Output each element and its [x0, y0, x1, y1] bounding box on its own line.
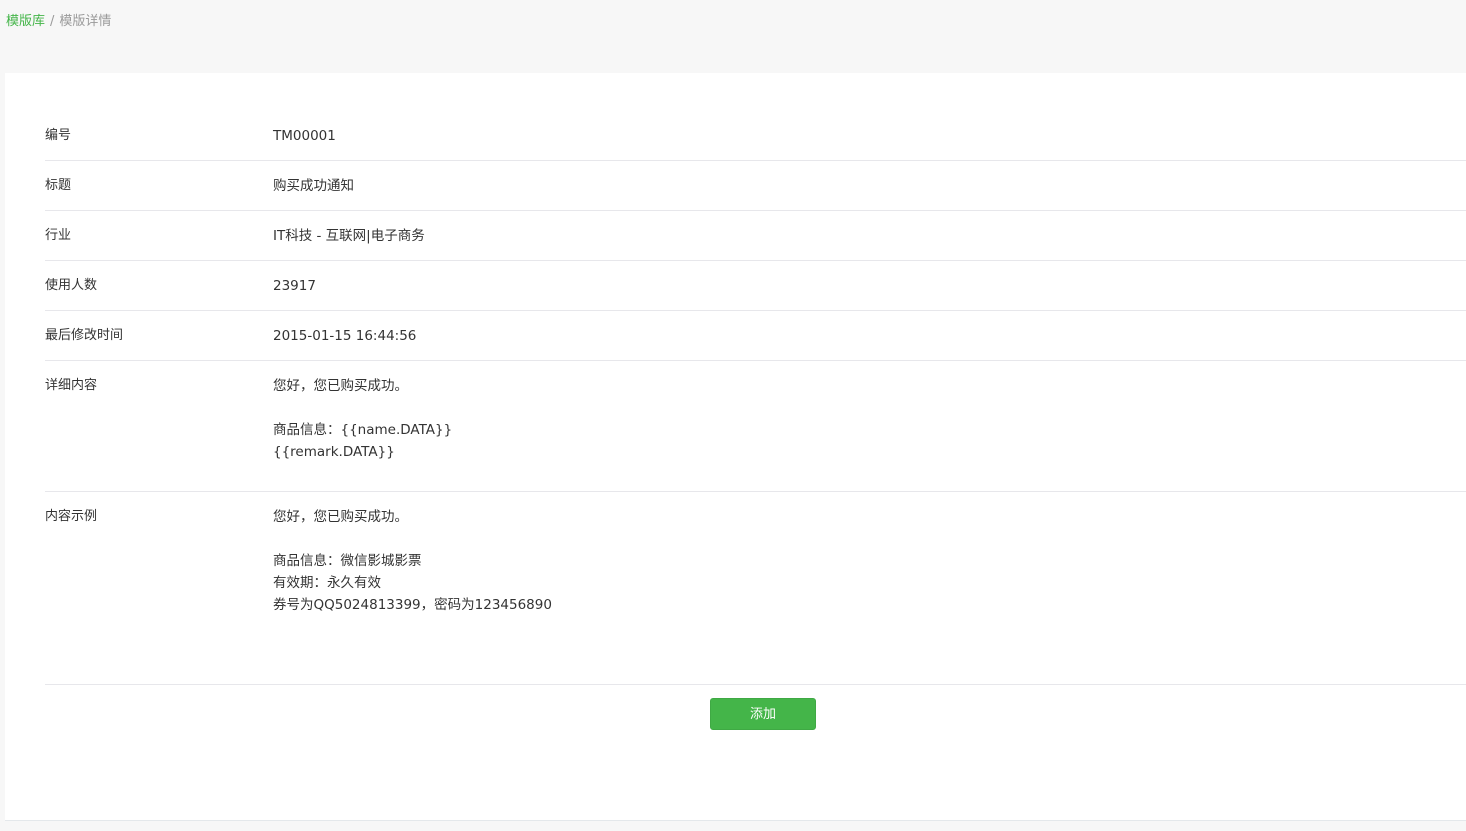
- title-value: 购买成功通知: [273, 178, 354, 194]
- example-value: 您好，您已购买成功。 商品信息：微信影城影票 有效期：永久有效 券号为QQ502…: [273, 492, 1466, 684]
- content-line-blank: [273, 397, 1466, 419]
- detail-row-number: 编号 TM00001: [45, 111, 1466, 161]
- content-line: 您好，您已购买成功。: [273, 378, 408, 394]
- example-label: 内容示例: [45, 509, 98, 524]
- industry-label: 行业: [45, 228, 72, 243]
- detail-row-content: 详细内容 您好，您已购买成功。 商品信息：{{name.DATA}} {{rem…: [45, 361, 1466, 492]
- example-line-blank: [273, 528, 1466, 550]
- detail-row-title: 标题 购买成功通知: [45, 161, 1466, 211]
- content-line: {{remark.DATA}}: [273, 444, 395, 460]
- users-value: 23917: [273, 278, 316, 294]
- example-line: 商品信息：微信影城影票: [273, 553, 422, 569]
- modified-label: 最后修改时间: [45, 328, 124, 343]
- detail-row-users: 使用人数 23917: [45, 261, 1466, 311]
- example-line: 您好，您已购买成功。: [273, 509, 408, 525]
- example-line: 有效期：永久有效: [273, 575, 381, 591]
- breadcrumb-separator: /: [50, 14, 55, 29]
- detail-row-example: 内容示例 您好，您已购买成功。 商品信息：微信影城影票 有效期：永久有效 券号为…: [45, 492, 1466, 685]
- breadcrumb: 模版库 / 模版详情: [6, 12, 111, 32]
- content-label: 详细内容: [45, 378, 98, 393]
- users-label: 使用人数: [45, 278, 98, 293]
- content-value: 您好，您已购买成功。 商品信息：{{name.DATA}} {{remark.D…: [273, 361, 1466, 491]
- detail-list: 编号 TM00001 标题 购买成功通知 行业 IT科技 - 互联网|电子商务 …: [45, 111, 1466, 685]
- modified-value: 2015-01-15 16:44:56: [273, 328, 417, 344]
- add-button[interactable]: 添加: [710, 698, 816, 730]
- title-label: 标题: [45, 178, 72, 193]
- breadcrumb-current: 模版详情: [59, 14, 112, 29]
- example-line: 券号为QQ5024813399，密码为123456890: [273, 597, 552, 613]
- detail-row-modified: 最后修改时间 2015-01-15 16:44:56: [45, 311, 1466, 361]
- breadcrumb-link-template-library[interactable]: 模版库: [6, 14, 45, 29]
- template-detail-panel: 编号 TM00001 标题 购买成功通知 行业 IT科技 - 互联网|电子商务 …: [5, 73, 1466, 821]
- number-value: TM00001: [273, 128, 336, 144]
- industry-value: IT科技 - 互联网|电子商务: [273, 228, 425, 244]
- action-bar: 添加: [710, 698, 816, 730]
- number-label: 编号: [45, 128, 72, 143]
- detail-row-industry: 行业 IT科技 - 互联网|电子商务: [45, 211, 1466, 261]
- content-line: 商品信息：{{name.DATA}}: [273, 422, 453, 438]
